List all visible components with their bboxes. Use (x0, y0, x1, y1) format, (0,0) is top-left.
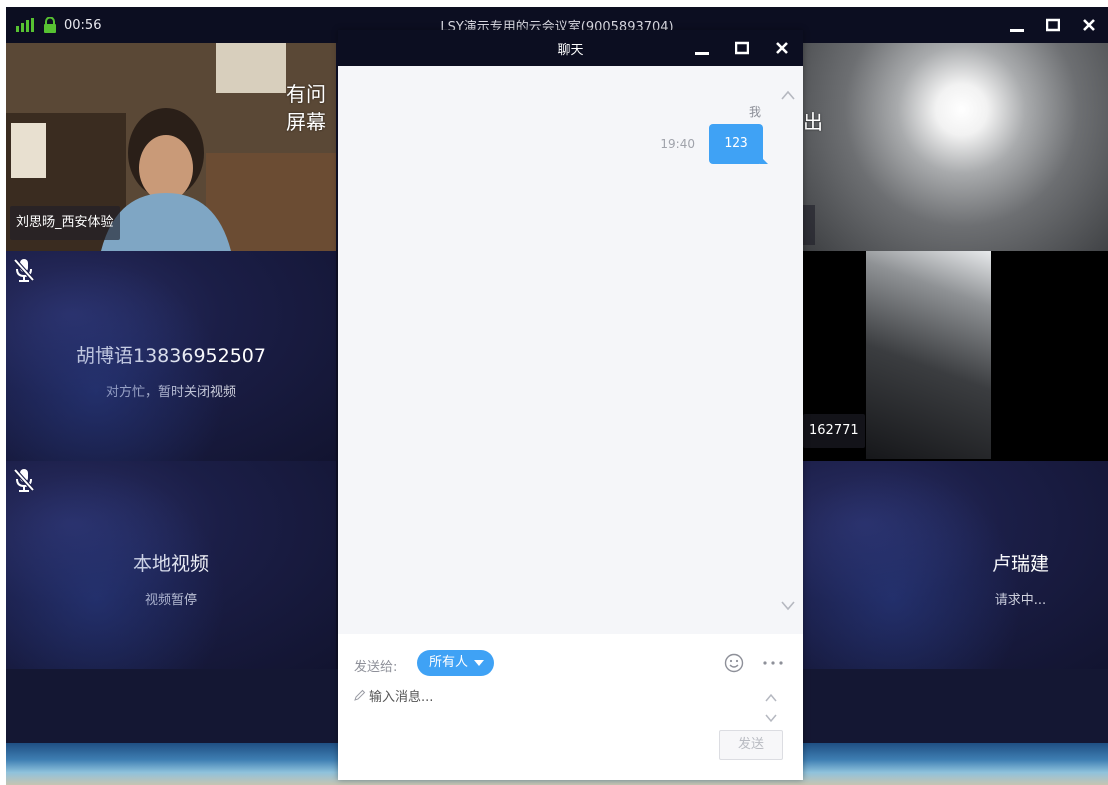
chat-window: 聊天 我 19:40 123 发送给: 所有人 输入消息... 发送 (338, 30, 803, 780)
message-sender: 我 (748, 105, 761, 119)
chat-compose-area: 发送给: 所有人 输入消息... 发送 (338, 634, 803, 780)
chat-close-button[interactable] (769, 35, 795, 61)
video-tile-cave[interactable]: 162771 (803, 251, 1108, 461)
send-to-label: 发送给: (354, 660, 398, 675)
send-button[interactable]: 发送 (719, 730, 783, 760)
message-input[interactable]: 输入消息... (354, 686, 754, 726)
participant-name-tag: 刘思旸_西安体验 (10, 206, 120, 240)
video-tile-requesting[interactable]: 卢瑞建 请求中... (803, 461, 1108, 669)
video-tile-local[interactable]: 本地视频 视频暂停 (6, 461, 336, 669)
name-tag-fragment (803, 205, 815, 245)
window-controls (1004, 7, 1102, 43)
local-video-name: 本地视频 (132, 553, 209, 575)
caret-down-icon (474, 660, 485, 666)
recipient-label: 所有人 (429, 655, 469, 670)
chat-message-list[interactable]: 我 19:40 123 (338, 66, 803, 634)
chat-titlebar: 聊天 (338, 30, 803, 66)
minimize-icon (695, 52, 709, 55)
video-tile-light[interactable]: 出 (803, 43, 1108, 251)
chevron-up-icon[interactable] (779, 88, 797, 102)
overlay-text-3: 出 (803, 110, 823, 134)
mic-off-icon (13, 258, 35, 282)
participant-status: 对方忙，暂时关闭视频 (105, 385, 236, 400)
video-tile-participant[interactable]: 有问 屏幕 刘思旸_西安体验 (6, 43, 336, 251)
maximize-icon (735, 41, 749, 55)
message-time: 19:40 (660, 137, 695, 151)
cave-video-frame (866, 251, 991, 459)
maximize-button[interactable] (1040, 12, 1066, 38)
overlay-text-2: 屏幕 (286, 110, 326, 134)
participant-name: 卢瑞建 (991, 553, 1049, 575)
minimize-icon (1010, 29, 1024, 32)
chevron-down-icon[interactable] (779, 598, 797, 612)
minimize-button[interactable] (1004, 12, 1030, 38)
local-video-status: 视频暂停 (144, 593, 197, 608)
participant-status: 请求中... (994, 593, 1047, 608)
mic-off-icon (13, 468, 35, 492)
message-bubble[interactable]: 123 (709, 124, 768, 164)
close-button[interactable] (1076, 12, 1102, 38)
message-input-placeholder: 输入消息... (369, 690, 434, 705)
close-icon (776, 42, 788, 54)
chat-minimize-button[interactable] (689, 35, 715, 61)
chat-window-controls (689, 30, 795, 66)
input-scroll-arrows[interactable] (764, 690, 778, 726)
participant-name: 胡博语13836952507 (76, 345, 266, 367)
emoji-icon[interactable] (724, 653, 744, 673)
participant-name-tag: 162771 (803, 414, 865, 448)
video-tile-busy[interactable]: 胡博语13836952507 对方忙，暂时关闭视频 (6, 251, 336, 461)
pencil-icon (354, 689, 366, 701)
maximize-icon (1046, 18, 1060, 32)
chat-maximize-button[interactable] (729, 35, 755, 61)
recipient-dropdown[interactable]: 所有人 (417, 650, 495, 676)
overlay-text-1: 有问 (286, 82, 326, 106)
close-icon (1083, 19, 1095, 31)
more-icon[interactable] (762, 655, 784, 671)
